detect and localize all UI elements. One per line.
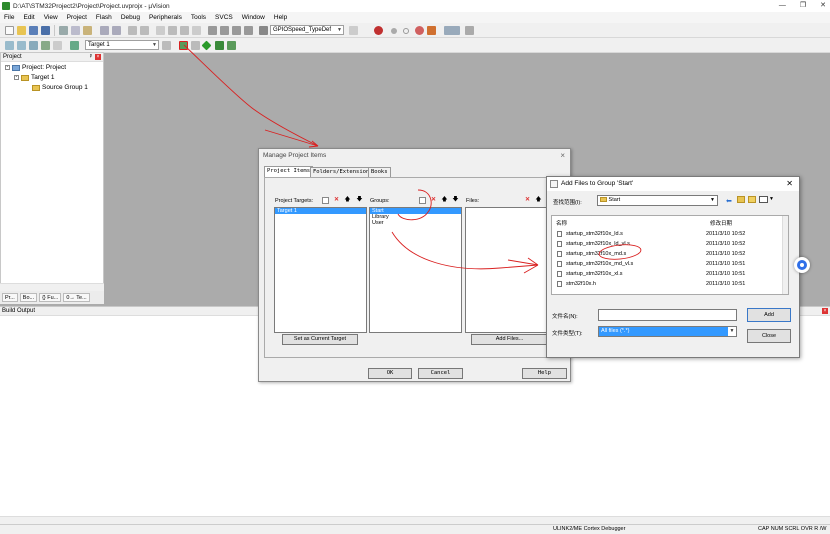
annotation-arrow-to-filelist <box>391 231 539 270</box>
annotation-circle-selected-file <box>598 244 642 260</box>
annotation-circle-add-group <box>397 189 432 221</box>
annotation-overlay <box>183 44 642 274</box>
floating-assistant-button[interactable] <box>794 257 810 273</box>
assistant-icon <box>797 260 807 270</box>
annotation-arrow-toolbar-to-dialog <box>183 44 319 147</box>
